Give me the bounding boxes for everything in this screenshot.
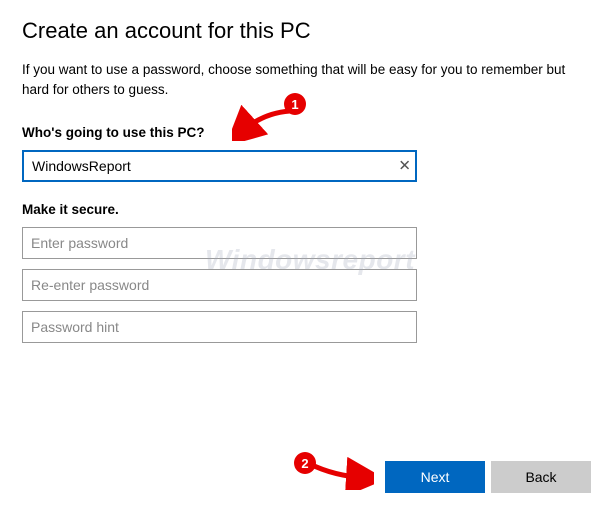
back-button[interactable]: Back — [491, 461, 591, 493]
description-text: If you want to use a password, choose so… — [22, 60, 591, 99]
username-input[interactable] — [22, 150, 417, 182]
page-title: Create an account for this PC — [22, 18, 591, 44]
reenter-password-input[interactable] — [22, 269, 417, 301]
clear-input-icon[interactable]: ✕ — [398, 159, 411, 174]
annotation-badge-2: 2 — [294, 452, 316, 474]
password-section-label: Make it secure. — [22, 202, 591, 217]
password-hint-input[interactable] — [22, 311, 417, 343]
annotation-arrow-2-icon — [294, 448, 374, 490]
username-field-wrap: ✕ — [22, 150, 417, 182]
next-button[interactable]: Next — [385, 461, 485, 493]
username-section-label: Who's going to use this PC? — [22, 125, 591, 140]
password-input[interactable] — [22, 227, 417, 259]
annotation-2: 2 — [294, 448, 374, 495]
